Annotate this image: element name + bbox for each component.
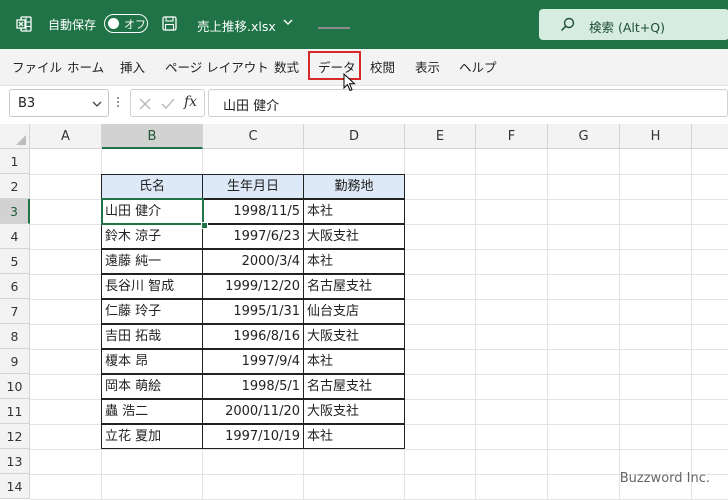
column-header-a[interactable]: A (30, 124, 102, 149)
enter-icon[interactable] (161, 98, 175, 110)
row-header[interactable]: 9 (0, 349, 30, 374)
table-cell[interactable]: 大阪支社 (303, 324, 405, 349)
table-header-birthdate[interactable]: 生年月日 (202, 174, 304, 199)
select-all-corner[interactable] (0, 124, 30, 149)
tab-help[interactable]: ヘルプ (459, 57, 497, 76)
cancel-icon[interactable] (139, 98, 151, 110)
row-header[interactable]: 12 (0, 424, 30, 449)
name-box-value: B3 (18, 96, 36, 111)
row-header[interactable]: 14 (0, 474, 30, 499)
table-cell[interactable]: 遠藤 純一 (101, 249, 203, 274)
table-cell[interactable]: 岡本 萌絵 (101, 374, 203, 399)
grid-line (30, 449, 728, 450)
tab-view[interactable]: 表示 (415, 57, 440, 76)
table-cell[interactable]: 長谷川 智成 (101, 274, 203, 299)
tab-file[interactable]: ファイル (12, 57, 62, 76)
hover-underline (318, 27, 350, 29)
table-cell[interactable]: 仁藤 玲子 (101, 299, 203, 324)
row-header[interactable]: 10 (0, 374, 30, 399)
row-header[interactable]: 1 (0, 149, 30, 174)
more-options-icon[interactable] (116, 94, 120, 110)
column-header-b[interactable]: B (102, 124, 203, 149)
tab-insert[interactable]: 挿入 (120, 57, 145, 76)
column-header-g[interactable]: G (548, 124, 620, 149)
excel-logo-icon (16, 16, 32, 32)
row-header[interactable]: 11 (0, 399, 30, 424)
autosave-label: 自動保存 (48, 18, 97, 32)
column-header-h[interactable]: H (620, 124, 692, 149)
title-bar: 自動保存 オフ 売上推移.xlsx 検索 (Alt+Q) (0, 0, 728, 49)
toggle-label: オフ (124, 18, 146, 31)
grid-line (475, 149, 476, 500)
table-header-location[interactable]: 勤務地 (303, 174, 405, 199)
toggle-knob (108, 17, 119, 29)
row-header[interactable]: 13 (0, 449, 30, 474)
formula-buttons: fx (130, 89, 205, 117)
watermark: Buzzword Inc. (619, 471, 710, 486)
column-header-d[interactable]: D (304, 124, 405, 149)
table-cell[interactable]: 鈴木 涼子 (101, 224, 203, 249)
table-cell[interactable]: 榎本 昂 (101, 349, 203, 374)
table-cell[interactable]: 1997/9/4 (202, 349, 304, 374)
chevron-down-icon[interactable] (283, 18, 293, 26)
table-cell[interactable]: 吉田 拓哉 (101, 324, 203, 349)
save-icon[interactable] (162, 16, 177, 31)
chevron-down-icon[interactable] (92, 100, 102, 108)
formula-content: 山田 健介 (223, 99, 280, 114)
table-cell[interactable]: 2000/3/4 (202, 249, 304, 274)
table-cell[interactable]: 1997/6/23 (202, 224, 304, 249)
file-name[interactable]: 売上推移.xlsx (197, 16, 276, 35)
table-cell[interactable]: 1998/11/5 (202, 199, 304, 224)
search-placeholder: 検索 (Alt+Q) (589, 20, 665, 35)
table-header-name[interactable]: 氏名 (101, 174, 203, 199)
insert-function-icon[interactable]: fx (184, 94, 197, 110)
table-cell[interactable]: 1997/10/19 (202, 424, 304, 449)
table-cell[interactable]: 本社 (303, 349, 405, 374)
grid-line (547, 149, 548, 500)
table-cell[interactable]: 1998/5/1 (202, 374, 304, 399)
tab-page-layout[interactable]: ページ レイアウト (165, 57, 269, 76)
table-cell[interactable]: 仙台支店 (303, 299, 405, 324)
grid-line (619, 149, 620, 500)
table-cell[interactable]: 1999/12/20 (202, 274, 304, 299)
table-cell[interactable]: 名古屋支社 (303, 374, 405, 399)
table-cell[interactable]: 本社 (303, 199, 405, 224)
grid-line (691, 149, 692, 500)
ribbon-tabs: ファイル ホーム 挿入 ページ レイアウト 数式 データ 校閲 表示 ヘルプ (0, 49, 728, 86)
row-header[interactable]: 3 (0, 199, 30, 224)
active-cell-selection[interactable] (101, 198, 204, 225)
table-cell[interactable]: 大阪支社 (303, 399, 405, 424)
search-icon (560, 17, 575, 32)
table-cell[interactable]: 立花 夏加 (101, 424, 203, 449)
formula-input[interactable]: 山田 健介 (208, 89, 728, 117)
table-cell[interactable]: 大阪支社 (303, 224, 405, 249)
tab-review[interactable]: 校閲 (370, 57, 395, 76)
row-header[interactable]: 5 (0, 249, 30, 274)
table-cell[interactable]: 名古屋支社 (303, 274, 405, 299)
fill-handle[interactable] (201, 222, 208, 229)
column-header-c[interactable]: C (203, 124, 304, 149)
search-box[interactable]: 検索 (Alt+Q) (539, 9, 728, 40)
table-cell[interactable]: 本社 (303, 424, 405, 449)
table-cell[interactable]: 1995/1/31 (202, 299, 304, 324)
column-header-e[interactable]: E (405, 124, 476, 149)
table-cell[interactable]: 蟲 浩二 (101, 399, 203, 424)
row-header[interactable]: 2 (0, 174, 30, 199)
tab-formulas[interactable]: 数式 (274, 57, 299, 76)
row-header[interactable]: 4 (0, 224, 30, 249)
column-header-f[interactable]: F (476, 124, 548, 149)
row-header[interactable]: 6 (0, 274, 30, 299)
column-header-i[interactable] (692, 124, 728, 149)
row-header[interactable]: 7 (0, 299, 30, 324)
mouse-pointer-icon (343, 73, 356, 92)
table-cell[interactable]: 2000/11/20 (202, 399, 304, 424)
table-cell[interactable]: 1996/8/16 (202, 324, 304, 349)
select-all-icon (16, 135, 26, 145)
table-cell[interactable]: 本社 (303, 249, 405, 274)
row-header[interactable]: 8 (0, 324, 30, 349)
tab-home[interactable]: ホーム (67, 57, 104, 76)
autosave-toggle[interactable]: オフ (104, 14, 148, 33)
name-box[interactable]: B3 (9, 89, 109, 117)
